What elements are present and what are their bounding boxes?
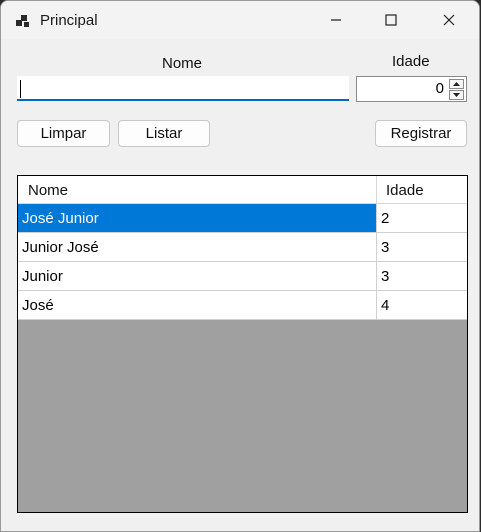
table-row[interactable]: José Junior 2 xyxy=(18,204,467,233)
cell-nome[interactable]: Junior José xyxy=(18,233,377,262)
name-input[interactable] xyxy=(17,76,349,101)
cell-idade[interactable]: 3 xyxy=(377,262,467,291)
stepper-up-button[interactable] xyxy=(449,79,464,89)
cell-nome[interactable]: José xyxy=(18,291,377,320)
main-window: Principal Nome Idade 0 Limpar Listar Reg… xyxy=(0,0,480,532)
table-row[interactable]: José 4 xyxy=(18,291,467,320)
cell-idade[interactable]: 2 xyxy=(377,204,467,233)
maximize-icon xyxy=(385,14,397,26)
list-button[interactable]: Listar xyxy=(118,120,210,147)
title-bar[interactable]: Principal xyxy=(1,1,479,39)
column-separator[interactable] xyxy=(376,176,377,204)
age-value[interactable]: 0 xyxy=(436,80,444,97)
cell-nome[interactable]: José Junior xyxy=(18,204,377,233)
age-label: Idade xyxy=(392,53,430,70)
cell-idade[interactable]: 4 xyxy=(377,291,467,320)
age-stepper[interactable]: 0 xyxy=(356,76,467,102)
name-label: Nome xyxy=(162,55,203,72)
stepper-down-button[interactable] xyxy=(449,90,464,100)
column-header-nome[interactable]: Nome xyxy=(28,182,68,199)
text-caret xyxy=(20,80,21,98)
maximize-button[interactable] xyxy=(368,1,414,39)
minimize-icon xyxy=(331,19,341,21)
register-button[interactable]: Registrar xyxy=(375,120,467,147)
table-row[interactable]: Junior José 3 xyxy=(18,233,467,262)
arrow-up-icon xyxy=(453,82,460,86)
app-icon xyxy=(15,13,31,29)
cell-nome[interactable]: Junior xyxy=(18,262,377,291)
clear-button[interactable]: Limpar xyxy=(17,120,110,147)
column-header-idade[interactable]: Idade xyxy=(386,182,424,199)
close-button[interactable] xyxy=(426,1,472,39)
arrow-down-icon xyxy=(453,93,460,97)
window-title: Principal xyxy=(40,12,98,29)
table-row[interactable]: Junior 3 xyxy=(18,262,467,291)
close-icon xyxy=(443,14,455,26)
grid-header: Nome Idade xyxy=(18,176,467,204)
minimize-button[interactable] xyxy=(313,1,359,39)
data-grid[interactable]: Nome Idade José Junior 2 Junior José 3 J… xyxy=(17,175,468,513)
cell-idade[interactable]: 3 xyxy=(377,233,467,262)
